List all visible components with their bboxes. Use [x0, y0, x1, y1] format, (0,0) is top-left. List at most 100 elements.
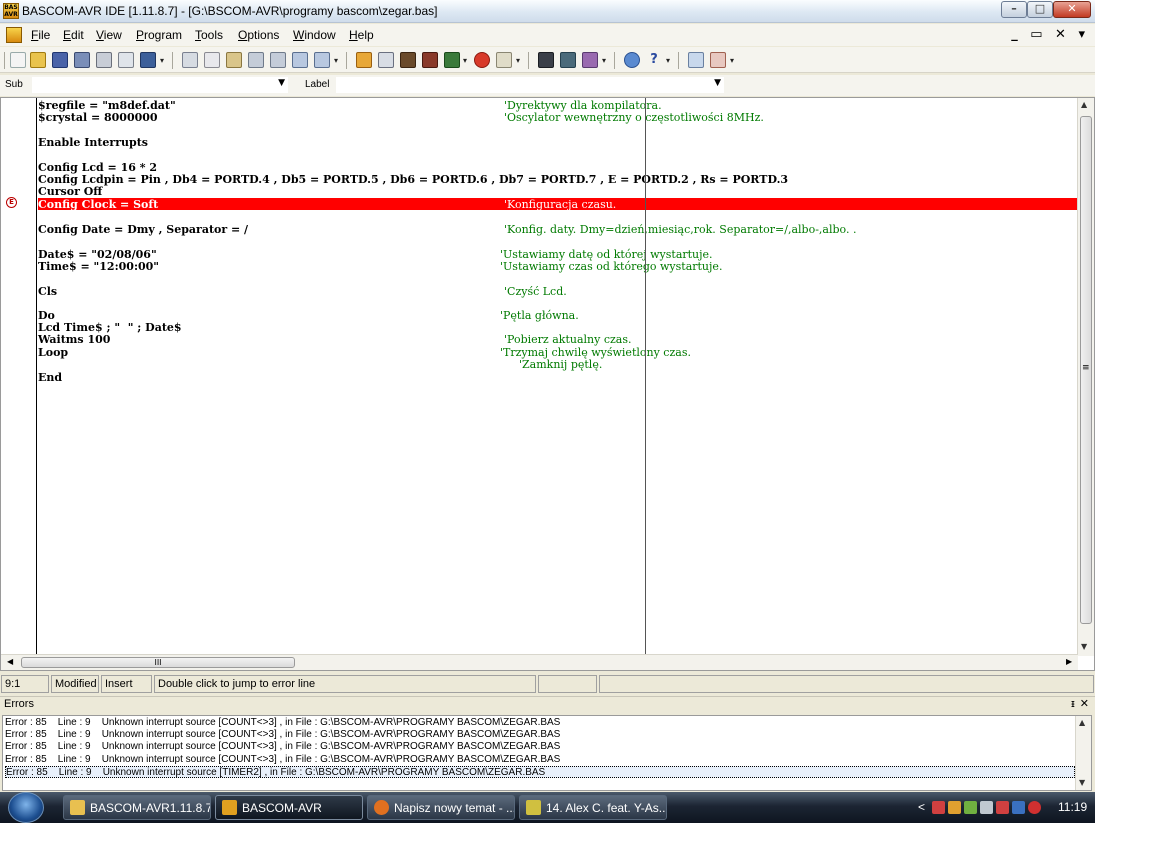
dropdown-arrow-icon[interactable]: ▾: [463, 56, 469, 65]
bascom-app-icon[interactable]: BAS AVR: [3, 3, 19, 19]
code-comment[interactable]: 'Czyść Lcd.: [504, 285, 567, 298]
code-line[interactable]: Do: [38, 309, 55, 322]
code-line[interactable]: $regfile = "m8def.dat": [38, 99, 176, 112]
error-row-selected[interactable]: Error : 85 Line : 9 Unknown interrupt so…: [5, 766, 1075, 778]
menu-view[interactable]: View: [96, 28, 122, 42]
editor-gutter[interactable]: E: [1, 98, 37, 656]
menu-window[interactable]: Window: [293, 28, 336, 42]
error-row[interactable]: Error : 85 Line : 9 Unknown interrupt so…: [5, 741, 560, 753]
menu-tools[interactable]: Tools: [195, 28, 223, 42]
code-line[interactable]: Waitms 100: [38, 333, 110, 346]
error-row[interactable]: Error : 85 Line : 9 Unknown interrupt so…: [5, 717, 560, 729]
code-comment[interactable]: 'Trzymaj chwilę wyświetlony czas.: [500, 346, 691, 359]
code-line[interactable]: Time$ = "12:00:00": [38, 260, 159, 273]
program-chip-icon[interactable]: [400, 52, 416, 68]
code-line[interactable]: $crystal = 8000000: [38, 111, 158, 124]
title-bar[interactable]: BAS AVR BASCOM-AVR IDE [1.11.8.7] - [G:\…: [0, 0, 1095, 23]
print-preview-icon[interactable]: [118, 52, 134, 68]
code-editor[interactable]: E $regfile = "m8def.dat" 'Dyrektywy dla …: [0, 97, 1095, 671]
chevron-down-icon[interactable]: ▼: [278, 78, 285, 88]
scroll-down-icon[interactable]: ▼: [1081, 642, 1087, 651]
chevron-down-icon[interactable]: ▼: [714, 78, 721, 88]
tray-volume-icon[interactable]: [1012, 801, 1025, 814]
tray-messenger-icon[interactable]: [964, 801, 977, 814]
tray-network-icon[interactable]: [980, 801, 993, 814]
scroll-up-icon[interactable]: ▲: [1081, 100, 1087, 109]
dropdown-arrow-icon[interactable]: ▾: [160, 56, 166, 65]
indent-icon[interactable]: [248, 52, 264, 68]
dropdown-arrow-icon[interactable]: ▾: [334, 56, 340, 65]
lcd-designer-icon[interactable]: [560, 52, 576, 68]
code-line[interactable]: Date$ = "02/08/06": [38, 248, 157, 261]
document-system-menu-icon[interactable]: [6, 27, 22, 43]
syntax-check-icon[interactable]: [378, 52, 394, 68]
task-bascom-folder[interactable]: BASCOM-AVR1.11.8.7: [63, 795, 211, 820]
maximize-button[interactable]: □: [1027, 1, 1053, 18]
show-hidden-icons-chevron[interactable]: <: [918, 800, 925, 814]
find-icon[interactable]: [292, 52, 308, 68]
menu-program[interactable]: Program: [136, 28, 182, 42]
copy-icon[interactable]: [204, 52, 220, 68]
errors-list[interactable]: Error : 85 Line : 9 Unknown interrupt so…: [2, 715, 1092, 791]
pdf-icon[interactable]: [710, 52, 726, 68]
code-line[interactable]: Cursor Off: [38, 185, 102, 198]
paste-icon[interactable]: [226, 52, 242, 68]
code-comment[interactable]: 'Pętla główna.: [500, 309, 579, 322]
horizontal-scroll-thumb[interactable]: III: [21, 657, 295, 668]
print-icon[interactable]: [96, 52, 112, 68]
tray-warning-icon[interactable]: [1028, 801, 1041, 814]
open-folder-icon[interactable]: [30, 52, 46, 68]
tray-antivirus-icon[interactable]: [996, 801, 1009, 814]
menu-help[interactable]: Help: [349, 28, 374, 42]
label-dropdown[interactable]: ▼: [336, 77, 724, 93]
help-icon[interactable]: ?: [646, 52, 662, 68]
code-comment[interactable]: 'Zamknij pętlę.: [519, 358, 602, 371]
error-row[interactable]: Error : 85 Line : 9 Unknown interrupt so…: [5, 729, 560, 741]
scroll-right-icon[interactable]: ▶: [1066, 657, 1072, 666]
graphic-converter-icon[interactable]: [582, 52, 598, 68]
code-line[interactable]: Config Date = Dmy , Separator = /: [38, 223, 248, 236]
dropdown-arrow-icon[interactable]: ▾: [602, 56, 608, 65]
save-as-icon[interactable]: [74, 52, 90, 68]
dropdown-arrow-icon[interactable]: ▾: [730, 56, 736, 65]
code-line[interactable]: Enable Interrupts: [38, 136, 148, 149]
code-line[interactable]: Loop: [38, 346, 68, 359]
code-text[interactable]: $regfile = "m8def.dat" 'Dyrektywy dla ko…: [38, 98, 1078, 656]
menu-edit[interactable]: Edit: [63, 28, 84, 42]
new-file-icon[interactable]: [10, 52, 26, 68]
clock[interactable]: 11:19: [1058, 800, 1087, 814]
task-bascom-avr[interactable]: BASCOM-AVR: [215, 795, 363, 820]
scroll-left-icon[interactable]: ◀: [7, 657, 13, 666]
report-icon[interactable]: [496, 52, 512, 68]
tray-security-icon[interactable]: [932, 801, 945, 814]
task-media-player[interactable]: 14. Alex C. feat. Y-As...: [519, 795, 667, 820]
code-line-error[interactable]: Config Clock = Soft: [38, 198, 158, 211]
unindent-icon[interactable]: [270, 52, 286, 68]
task-firefox[interactable]: Napisz nowy temat - ...: [367, 795, 515, 820]
scroll-up-icon[interactable]: ▲: [1079, 718, 1085, 727]
find-next-icon[interactable]: [314, 52, 330, 68]
close-icon[interactable]: ✕: [1080, 697, 1089, 710]
menu-file[interactable]: File: [31, 28, 50, 42]
code-line[interactable]: Config Lcd = 16 * 2: [38, 161, 157, 174]
code-line[interactable]: Lcd Time$ ; " " ; Date$: [38, 321, 182, 334]
cut-icon[interactable]: [182, 52, 198, 68]
compile-icon[interactable]: [356, 52, 372, 68]
error-row[interactable]: Error : 85 Line : 9 Unknown interrupt so…: [5, 754, 560, 766]
save-icon[interactable]: [52, 52, 68, 68]
dropdown-arrow-icon[interactable]: ▾: [666, 56, 672, 65]
code-line[interactable]: Config Lcdpin = Pin , Db4 = PORTD.4 , Db…: [38, 173, 788, 186]
search-web-icon[interactable]: [688, 52, 704, 68]
close-button[interactable]: ✕: [1053, 1, 1091, 18]
vertical-scroll-thumb[interactable]: ≡: [1080, 116, 1092, 624]
error-marker-icon[interactable]: E: [6, 197, 17, 208]
close-file-icon[interactable]: [140, 52, 156, 68]
hardware-icon[interactable]: [444, 52, 460, 68]
stop-icon[interactable]: [474, 52, 490, 68]
code-line[interactable]: Cls: [38, 285, 57, 298]
dropdown-arrow-icon[interactable]: ▾: [516, 56, 522, 65]
code-comment[interactable]: 'Pobierz aktualny czas.: [504, 333, 631, 346]
menu-options[interactable]: Options: [238, 28, 279, 42]
mdi-window-controls[interactable]: _ ▭ ✕ ▾: [1011, 27, 1089, 42]
horizontal-scrollbar[interactable]: ◀ III ▶: [1, 654, 1078, 670]
